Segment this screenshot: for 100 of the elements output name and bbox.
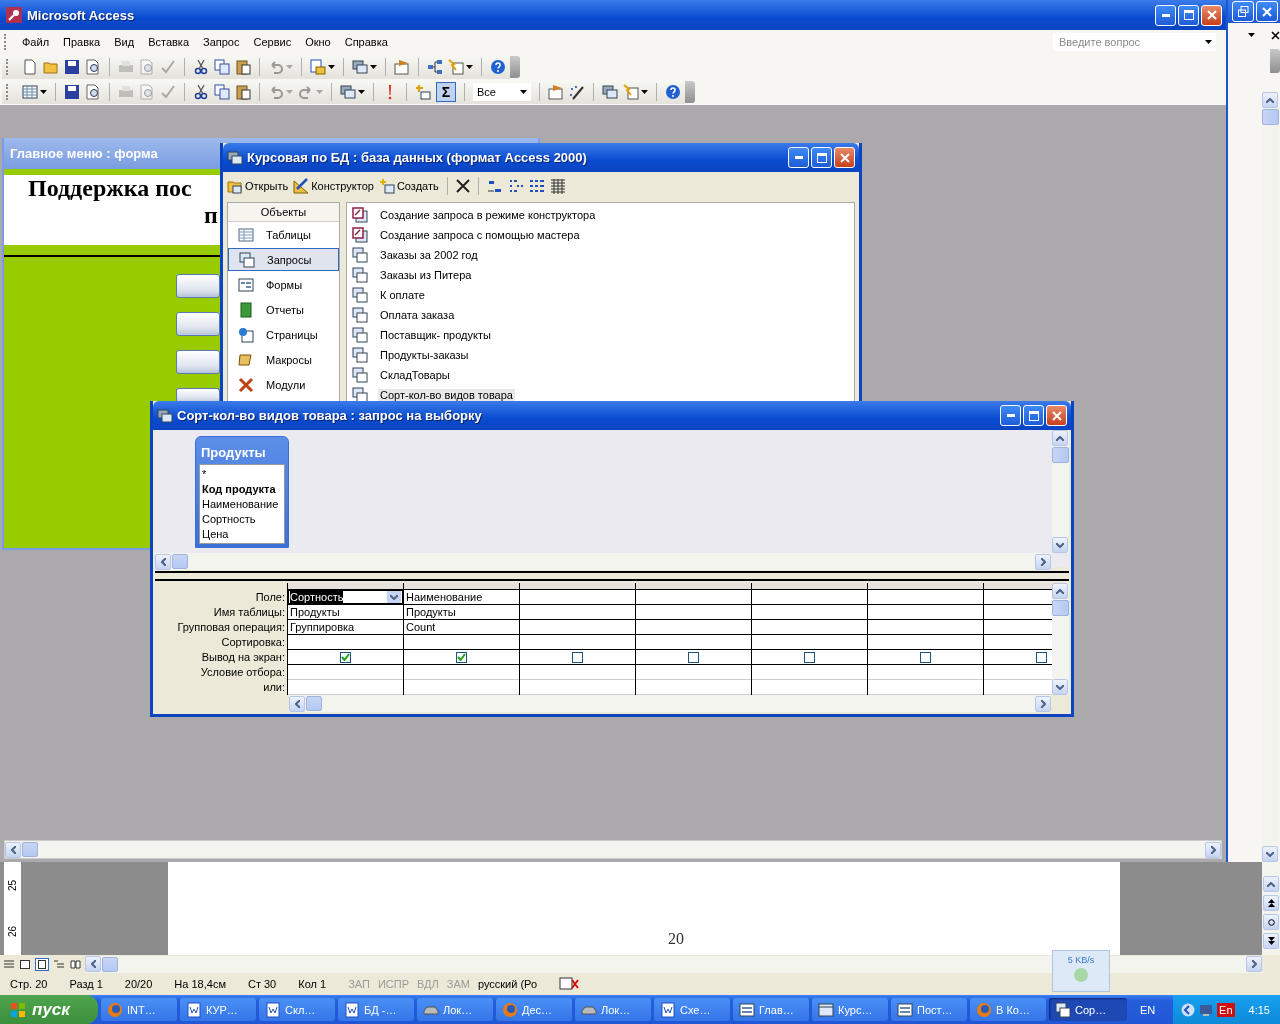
caret-icon[interactable] [370, 64, 377, 69]
column-selector[interactable] [636, 583, 751, 590]
taskbar-button[interactable]: Сор… [1049, 998, 1127, 1021]
undo-icon[interactable] [268, 58, 284, 75]
checkbox[interactable] [1036, 651, 1047, 663]
close-button[interactable] [834, 147, 855, 168]
scrollbar-thumb[interactable] [1052, 600, 1069, 616]
scissors-icon[interactable] [193, 58, 209, 75]
start-button[interactable]: пуск [0, 995, 98, 1024]
clipboard-icon[interactable] [235, 58, 251, 75]
scrollbar-thumb[interactable] [306, 696, 322, 711]
caret-icon[interactable] [328, 64, 335, 69]
taskbar-button[interactable]: Лок… [417, 998, 493, 1021]
caret-icon[interactable] [40, 89, 47, 94]
toolbar-button[interactable]: Создать [378, 175, 439, 197]
small-icons-view-icon[interactable] [507, 178, 524, 194]
menu-item[interactable]: Запрос [196, 36, 247, 48]
scissors-icon[interactable] [193, 83, 209, 100]
taskbar-button[interactable]: КУР… [180, 998, 256, 1021]
column-selector[interactable] [868, 583, 983, 590]
language-indicator[interactable]: EN [1140, 1003, 1156, 1016]
taskbar-button[interactable]: Курс… [812, 998, 888, 1021]
maximize-button[interactable] [1178, 4, 1199, 26]
column-selector[interactable] [288, 583, 403, 590]
taskbar-button[interactable]: INT… [101, 998, 177, 1021]
taskbar-button[interactable]: Дес… [496, 998, 572, 1021]
grid-cell[interactable]: Продукты [404, 605, 519, 620]
document-icon[interactable] [22, 58, 38, 75]
spellcheck-book-icon[interactable] [559, 977, 580, 991]
close-button[interactable] [1256, 1, 1278, 23]
windows-stack-icon[interactable] [340, 83, 356, 100]
scrollbar-thumb[interactable] [1262, 109, 1279, 125]
taskbar-button[interactable]: В Ко… [970, 998, 1046, 1021]
spellcheck-icon[interactable] [160, 58, 176, 75]
scrollbar[interactable] [1052, 430, 1069, 553]
column-selector[interactable] [404, 583, 519, 590]
keyboard-language[interactable]: En [1217, 1002, 1235, 1017]
wand-icon[interactable] [569, 83, 585, 100]
object-type-item[interactable]: Отчеты [228, 298, 339, 321]
list-item[interactable]: Продукты-заказы [351, 345, 850, 365]
menu-item[interactable]: Правка [56, 36, 108, 48]
caret-icon[interactable] [466, 64, 473, 69]
list-item[interactable]: Заказы из Питера [351, 265, 850, 285]
list-item[interactable]: К оплате [351, 285, 850, 305]
close-icon[interactable] [1271, 30, 1280, 40]
toolbar-options-icon[interactable] [685, 80, 695, 103]
form-button[interactable] [176, 388, 220, 402]
help-field[interactable]: Введите вопрос [1053, 33, 1216, 51]
minimize-button[interactable] [1000, 405, 1021, 426]
taskbar-button[interactable]: Скл… [259, 998, 335, 1021]
grid-cell[interactable]: Сортность [288, 590, 403, 605]
object-type-item[interactable]: Страницы [228, 323, 339, 346]
toolbar-grip[interactable] [4, 34, 9, 50]
chevron-down-icon[interactable] [1056, 542, 1064, 548]
field-name[interactable]: Цена [202, 527, 282, 542]
list-item[interactable]: Поставщик- продукты [351, 325, 850, 345]
toolbar-button[interactable]: Открыть [227, 175, 289, 197]
taskbar-button[interactable]: Глав… [733, 998, 809, 1021]
chevron-left-icon[interactable] [160, 557, 166, 566]
object-type-item[interactable]: Модули [228, 373, 339, 396]
help-input[interactable]: Введите вопрос [1057, 35, 1201, 49]
taskbar-button[interactable]: Пост… [891, 998, 967, 1021]
windows-stack-icon[interactable] [602, 83, 618, 100]
relationships-icon[interactable] [427, 58, 443, 75]
help-icon[interactable] [665, 83, 681, 100]
copy-icon[interactable] [214, 83, 230, 100]
redo-icon[interactable] [298, 83, 314, 100]
chevron-left-icon[interactable] [294, 699, 300, 708]
chevron-up-icon[interactable] [1056, 435, 1064, 441]
caret-icon[interactable] [641, 89, 648, 94]
checkbox[interactable] [804, 651, 815, 663]
toolbar-grip[interactable] [6, 83, 11, 100]
print-view-icon[interactable] [36, 958, 48, 970]
taskbar-button[interactable]: Схе… [654, 998, 730, 1021]
object-type-item[interactable]: Формы [228, 273, 339, 296]
list-item[interactable]: Создание запроса в режиме конструктора [351, 205, 850, 225]
scrollbar-thumb[interactable] [102, 956, 118, 972]
add-table-icon[interactable] [415, 83, 431, 100]
chevron-up-icon[interactable] [1266, 97, 1274, 103]
menu-item[interactable]: Вставка [141, 36, 196, 48]
monitor-icon[interactable] [1199, 1002, 1214, 1017]
chevron-left-icon[interactable] [90, 960, 96, 968]
scrollbar[interactable] [5, 841, 1221, 858]
scrollbar-thumb[interactable] [22, 842, 38, 857]
windows-stack-icon[interactable] [157, 407, 173, 424]
chevron-down-icon[interactable] [1266, 851, 1274, 857]
list-item[interactable]: Заказы за 2002 год [351, 245, 850, 265]
scrollbar-thumb[interactable] [1052, 447, 1069, 463]
menu-item[interactable]: Сервис [246, 36, 299, 48]
double-up-icon[interactable] [1267, 899, 1275, 907]
field-name[interactable]: Наименование [202, 497, 282, 512]
scrollbar[interactable] [1262, 92, 1279, 862]
chevron-right-icon[interactable] [1210, 845, 1216, 854]
toolbar-button[interactable]: Конструктор [293, 175, 374, 197]
column-selector[interactable] [520, 583, 635, 590]
taskbar-button[interactable]: БД -… [338, 998, 414, 1021]
checkbox[interactable] [688, 651, 699, 663]
properties-icon[interactable] [394, 58, 410, 75]
maximize-button[interactable] [811, 147, 832, 168]
grid-cell[interactable]: Count [404, 620, 519, 635]
